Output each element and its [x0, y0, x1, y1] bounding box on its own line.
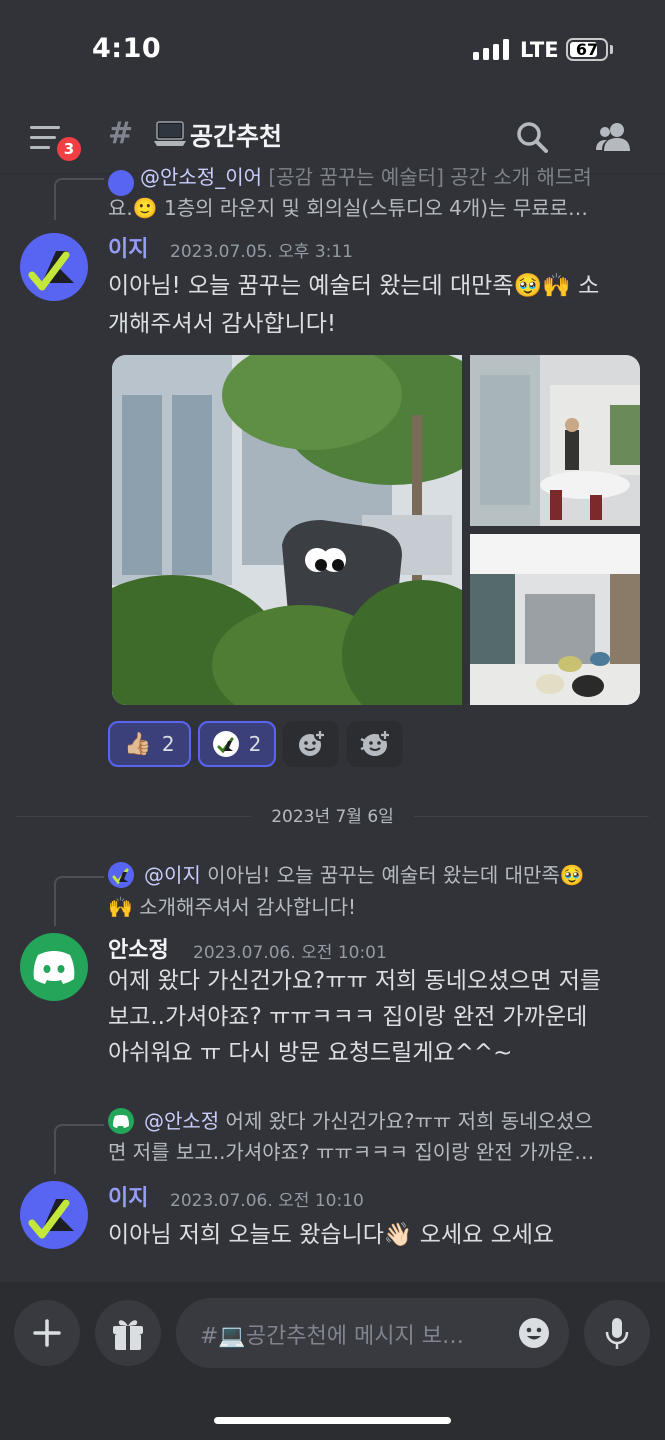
photo-lounge[interactable] — [470, 534, 640, 705]
message-author[interactable]: 안소정 — [108, 932, 169, 964]
members-icon[interactable] — [595, 120, 633, 158]
microphone-icon — [605, 1318, 629, 1349]
channel-name[interactable]: 공간추천 — [190, 117, 282, 153]
clock: 4:10 — [92, 33, 162, 64]
reply-author: @안소정_이어 — [140, 165, 262, 189]
add-reaction-icon — [299, 729, 326, 756]
reaction-thumbs-up[interactable]: 👍🏼 2 — [108, 721, 191, 767]
reply-text-line1: 이아님! 오늘 꿈꾸는 예술터 왔는데 대만족🥹 — [200, 863, 585, 887]
emoji-button[interactable] — [517, 1316, 551, 1354]
reply-connector — [54, 876, 104, 926]
gift-button[interactable] — [95, 1300, 161, 1366]
reaction-avatar[interactable]: 2 — [198, 721, 276, 767]
reply-text-line2: 면 저를 보고..가셔야죠? ㅠㅠㅋㅋㅋ 집이랑 완전 가까운… — [108, 1140, 595, 1164]
reply-connector — [54, 178, 104, 220]
home-indicator — [214, 1417, 451, 1424]
message-line: 보고..가셔야죠? ㅠㅠㅋㅋㅋ 집이랑 완전 가까운데 — [108, 1004, 588, 1030]
message-line: 아쉬워요 ㅠ 다시 방문 요청드릴게요^^~ — [108, 1040, 513, 1066]
add-reaction-button[interactable] — [283, 721, 339, 767]
message-input-placeholder: #💻공간추천에 메시지 보… — [200, 1324, 464, 1349]
message-line: 이아님! 오늘 꿈꾸는 예술터 왔는데 대만족🥹🙌 소 — [108, 273, 600, 299]
battery-icon: 67 — [566, 38, 608, 61]
message-line: 개해주셔서 감사합니다! — [108, 311, 337, 337]
reply-text-line2: 요.🙂 1층의 라운지 및 회의실(스튜디오 4개)는 무료로… — [108, 196, 589, 220]
channel-hash-icon: # — [108, 116, 134, 151]
battery-tip — [610, 45, 613, 54]
avatar[interactable] — [20, 933, 88, 1001]
reply-text-line2: 🙌 소개해주셔서 감사합니다! — [108, 895, 357, 919]
message-line: 이아님 저희 오늘도 왔습니다👋🏻 오세요 오세요 — [108, 1222, 555, 1248]
reply-text-line1: 어제 왔다 가신건가요?ㅠㅠ 저희 동네오셨으 — [219, 1109, 593, 1133]
reply-connector — [54, 1124, 104, 1174]
voice-button[interactable] — [584, 1300, 650, 1366]
reaction-count: 2 — [248, 732, 262, 756]
reply-author: @안소정 — [144, 1109, 220, 1133]
unread-badge: 3 — [54, 134, 84, 164]
message-timestamp: 2023.07.06. 오전 10:01 — [193, 943, 387, 963]
reply-author: @이지 — [144, 863, 201, 887]
gift-icon — [113, 1320, 143, 1350]
search-icon[interactable] — [515, 120, 549, 158]
date-divider: 2023년 7월 6일 — [16, 802, 649, 832]
status-bar: 4:10 LTE 67 — [0, 0, 665, 100]
reaction-count: 2 — [161, 732, 175, 756]
battery-level: 67 — [575, 40, 599, 59]
avatar[interactable] — [20, 1181, 88, 1249]
message-line: 어제 왔다 가신건가요?ㅠㅠ 저희 동네오셨으면 저를 — [108, 968, 602, 994]
message-timestamp: 2023.07.06. 오전 10:10 — [170, 1191, 364, 1211]
reply-preview[interactable]: @이지 이아님! 오늘 꿈꾸는 예술터 왔는데 대만족🥹 — [108, 860, 585, 891]
message-author[interactable]: 이지 — [108, 231, 148, 263]
laptop-icon — [153, 120, 187, 152]
avatar-emoji-icon — [212, 731, 239, 757]
attach-button[interactable] — [14, 1300, 80, 1366]
message-timestamp: 2023.07.05. 오후 3:11 — [170, 242, 354, 262]
photo-garden[interactable] — [112, 355, 462, 705]
photo-meeting-room[interactable] — [470, 355, 640, 526]
signal-icon — [473, 38, 509, 60]
reply-text-line1: [공감 꿈꾸는 예술터] 공간 소개 해드려 — [268, 165, 592, 189]
thumbs-up-icon: 👍🏼 — [124, 731, 152, 757]
plus-icon — [33, 1319, 61, 1347]
date-divider-label: 2023년 7월 6일 — [271, 807, 394, 827]
emoji-icon — [519, 1318, 549, 1348]
message-author[interactable]: 이지 — [108, 1180, 148, 1212]
super-reaction-icon — [360, 729, 391, 756]
reply-preview[interactable]: @안소정 어제 왔다 가신건가요?ㅠㅠ 저희 동네오셨으 — [108, 1106, 593, 1137]
reply-preview[interactable]: @안소정_이어 [공감 꿈꾸는 예술터] 공간 소개 해드려 — [108, 162, 648, 193]
add-super-reaction-button[interactable] — [347, 721, 403, 767]
avatar[interactable] — [20, 233, 88, 301]
network-label: LTE — [520, 38, 559, 62]
